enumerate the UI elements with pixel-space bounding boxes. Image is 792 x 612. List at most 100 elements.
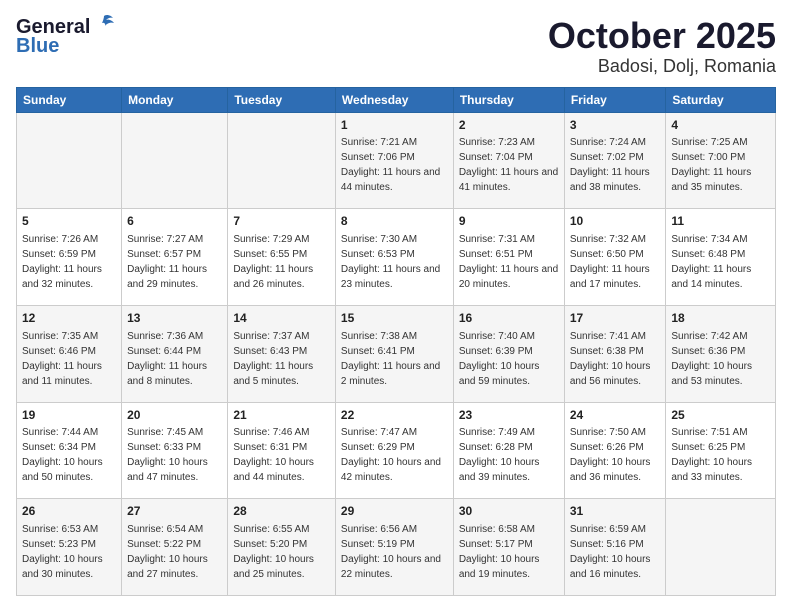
- header: General Blue October 2025 Badosi, Dolj, …: [16, 16, 776, 77]
- calendar-cell: [17, 112, 122, 209]
- calendar-cell: 9 Sunrise: 7:31 AM Sunset: 6:51 PM Daylig…: [453, 209, 564, 306]
- day-info: Sunrise: 7:30 AM Sunset: 6:53 PM Dayligh…: [341, 234, 440, 290]
- day-number: 28: [233, 503, 330, 520]
- day-number: 3: [570, 117, 661, 134]
- day-number: 7: [233, 213, 330, 230]
- calendar-cell: 29 Sunrise: 6:56 AM Sunset: 5:19 PM Dayli…: [335, 499, 453, 596]
- day-number: 11: [671, 213, 770, 230]
- day-header-saturday: Saturday: [666, 87, 776, 112]
- day-header-sunday: Sunday: [17, 87, 122, 112]
- day-info: Sunrise: 7:29 AM Sunset: 6:55 PM Dayligh…: [233, 234, 313, 290]
- day-number: 31: [570, 503, 661, 520]
- calendar-cell: 25Sunrise: 7:51 AM Sunset: 6:25 PM Dayli…: [666, 402, 776, 499]
- calendar-cell: 19Sunrise: 7:44 AM Sunset: 6:34 PM Dayli…: [17, 402, 122, 499]
- day-number: 4: [671, 117, 770, 134]
- day-number: 17: [570, 310, 661, 327]
- day-number: 15: [341, 310, 448, 327]
- day-number: 23: [459, 407, 559, 424]
- calendar-cell: 31Sunrise: 6:59 AM Sunset: 5:16 PM Dayli…: [564, 499, 666, 596]
- day-info: Sunrise: 7:26 AM Sunset: 6:59 PM Dayligh…: [22, 234, 102, 290]
- day-number: 13: [127, 310, 222, 327]
- calendar-cell: 16Sunrise: 7:40 AM Sunset: 6:39 PM Dayli…: [453, 305, 564, 402]
- calendar-cell: 30 Sunrise: 6:58 AM Sunset: 5:17 PM Dayli…: [453, 499, 564, 596]
- week-row-5: 26Sunrise: 6:53 AM Sunset: 5:23 PM Dayli…: [17, 499, 776, 596]
- day-number: 1: [341, 117, 448, 134]
- day-number: 16: [459, 310, 559, 327]
- calendar-body: 1 Sunrise: 7:21 AM Sunset: 7:06 PM Daylig…: [17, 112, 776, 595]
- day-info: Sunrise: 6:56 AM Sunset: 5:19 PM Dayligh…: [341, 524, 441, 580]
- calendar-cell: 12 Sunrise: 7:35 AM Sunset: 6:46 PM Dayli…: [17, 305, 122, 402]
- day-info: Sunrise: 7:41 AM Sunset: 6:38 PM Dayligh…: [570, 331, 651, 387]
- day-number: 12: [22, 310, 116, 327]
- page: General Blue October 2025 Badosi, Dolj, …: [0, 0, 792, 612]
- day-number: 2: [459, 117, 559, 134]
- day-info: Sunrise: 7:21 AM Sunset: 7:06 PM Dayligh…: [341, 137, 440, 193]
- calendar-cell: 26Sunrise: 6:53 AM Sunset: 5:23 PM Dayli…: [17, 499, 122, 596]
- day-number: 18: [671, 310, 770, 327]
- day-header-tuesday: Tuesday: [228, 87, 336, 112]
- day-info: Sunrise: 7:45 AM Sunset: 6:33 PM Dayligh…: [127, 427, 208, 483]
- day-header-friday: Friday: [564, 87, 666, 112]
- day-info: Sunrise: 7:25 AM Sunset: 7:00 PM Dayligh…: [671, 137, 751, 193]
- day-info: Sunrise: 7:49 AM Sunset: 6:28 PM Dayligh…: [459, 427, 540, 483]
- day-info: Sunrise: 7:51 AM Sunset: 6:25 PM Dayligh…: [671, 427, 752, 483]
- week-row-1: 1 Sunrise: 7:21 AM Sunset: 7:06 PM Daylig…: [17, 112, 776, 209]
- day-number: 14: [233, 310, 330, 327]
- calendar-cell: 24 Sunrise: 7:50 AM Sunset: 6:26 PM Dayli…: [564, 402, 666, 499]
- day-number: 5: [22, 213, 116, 230]
- week-row-3: 12 Sunrise: 7:35 AM Sunset: 6:46 PM Dayli…: [17, 305, 776, 402]
- calendar-cell: [228, 112, 336, 209]
- calendar-cell: 17 Sunrise: 7:41 AM Sunset: 6:38 PM Dayli…: [564, 305, 666, 402]
- day-info: Sunrise: 7:23 AM Sunset: 7:04 PM Dayligh…: [459, 137, 558, 193]
- calendar-cell: 3 Sunrise: 7:24 AM Sunset: 7:02 PM Daylig…: [564, 112, 666, 209]
- calendar-cell: [122, 112, 228, 209]
- calendar-cell: [666, 499, 776, 596]
- calendar-cell: 18 Sunrise: 7:42 AM Sunset: 6:36 PM Dayli…: [666, 305, 776, 402]
- logo-blue-text: Blue: [16, 35, 59, 58]
- calendar-cell: 5 Sunrise: 7:26 AM Sunset: 6:59 PM Daylig…: [17, 209, 122, 306]
- calendar-subtitle: Badosi, Dolj, Romania: [548, 56, 776, 77]
- calendar-cell: 14 Sunrise: 7:37 AM Sunset: 6:43 PM Dayli…: [228, 305, 336, 402]
- day-number: 21: [233, 407, 330, 424]
- day-header-row: SundayMondayTuesdayWednesdayThursdayFrid…: [17, 87, 776, 112]
- calendar-cell: 11 Sunrise: 7:34 AM Sunset: 6:48 PM Dayli…: [666, 209, 776, 306]
- logo: General Blue: [16, 16, 115, 58]
- title-block: October 2025 Badosi, Dolj, Romania: [548, 16, 776, 77]
- day-info: Sunrise: 7:24 AM Sunset: 7:02 PM Dayligh…: [570, 137, 650, 193]
- calendar-title: October 2025: [548, 16, 776, 56]
- day-number: 19: [22, 407, 116, 424]
- calendar-cell: 8Sunrise: 7:30 AM Sunset: 6:53 PM Daylig…: [335, 209, 453, 306]
- day-number: 20: [127, 407, 222, 424]
- calendar-header: SundayMondayTuesdayWednesdayThursdayFrid…: [17, 87, 776, 112]
- calendar-cell: 13Sunrise: 7:36 AM Sunset: 6:44 PM Dayli…: [122, 305, 228, 402]
- day-info: Sunrise: 6:53 AM Sunset: 5:23 PM Dayligh…: [22, 524, 103, 580]
- day-info: Sunrise: 7:34 AM Sunset: 6:48 PM Dayligh…: [671, 234, 751, 290]
- day-info: Sunrise: 6:55 AM Sunset: 5:20 PM Dayligh…: [233, 524, 314, 580]
- day-info: Sunrise: 7:50 AM Sunset: 6:26 PM Dayligh…: [570, 427, 651, 483]
- day-number: 30: [459, 503, 559, 520]
- week-row-4: 19Sunrise: 7:44 AM Sunset: 6:34 PM Dayli…: [17, 402, 776, 499]
- day-number: 6: [127, 213, 222, 230]
- day-number: 27: [127, 503, 222, 520]
- calendar-cell: 10Sunrise: 7:32 AM Sunset: 6:50 PM Dayli…: [564, 209, 666, 306]
- calendar-cell: 22Sunrise: 7:47 AM Sunset: 6:29 PM Dayli…: [335, 402, 453, 499]
- day-info: Sunrise: 7:37 AM Sunset: 6:43 PM Dayligh…: [233, 331, 313, 387]
- calendar-cell: 4 Sunrise: 7:25 AM Sunset: 7:00 PM Daylig…: [666, 112, 776, 209]
- day-number: 9: [459, 213, 559, 230]
- day-info: Sunrise: 6:58 AM Sunset: 5:17 PM Dayligh…: [459, 524, 540, 580]
- day-number: 29: [341, 503, 448, 520]
- logo-bird-icon: [93, 14, 115, 37]
- day-info: Sunrise: 7:31 AM Sunset: 6:51 PM Dayligh…: [459, 234, 558, 290]
- calendar-cell: 7 Sunrise: 7:29 AM Sunset: 6:55 PM Daylig…: [228, 209, 336, 306]
- day-header-monday: Monday: [122, 87, 228, 112]
- day-info: Sunrise: 7:35 AM Sunset: 6:46 PM Dayligh…: [22, 331, 102, 387]
- day-number: 10: [570, 213, 661, 230]
- day-info: Sunrise: 6:54 AM Sunset: 5:22 PM Dayligh…: [127, 524, 208, 580]
- calendar-cell: 27 Sunrise: 6:54 AM Sunset: 5:22 PM Dayli…: [122, 499, 228, 596]
- calendar-cell: 20 Sunrise: 7:45 AM Sunset: 6:33 PM Dayli…: [122, 402, 228, 499]
- calendar-cell: 2 Sunrise: 7:23 AM Sunset: 7:04 PM Daylig…: [453, 112, 564, 209]
- day-info: Sunrise: 7:46 AM Sunset: 6:31 PM Dayligh…: [233, 427, 314, 483]
- calendar-cell: 6Sunrise: 7:27 AM Sunset: 6:57 PM Daylig…: [122, 209, 228, 306]
- day-number: 24: [570, 407, 661, 424]
- day-info: Sunrise: 7:42 AM Sunset: 6:36 PM Dayligh…: [671, 331, 752, 387]
